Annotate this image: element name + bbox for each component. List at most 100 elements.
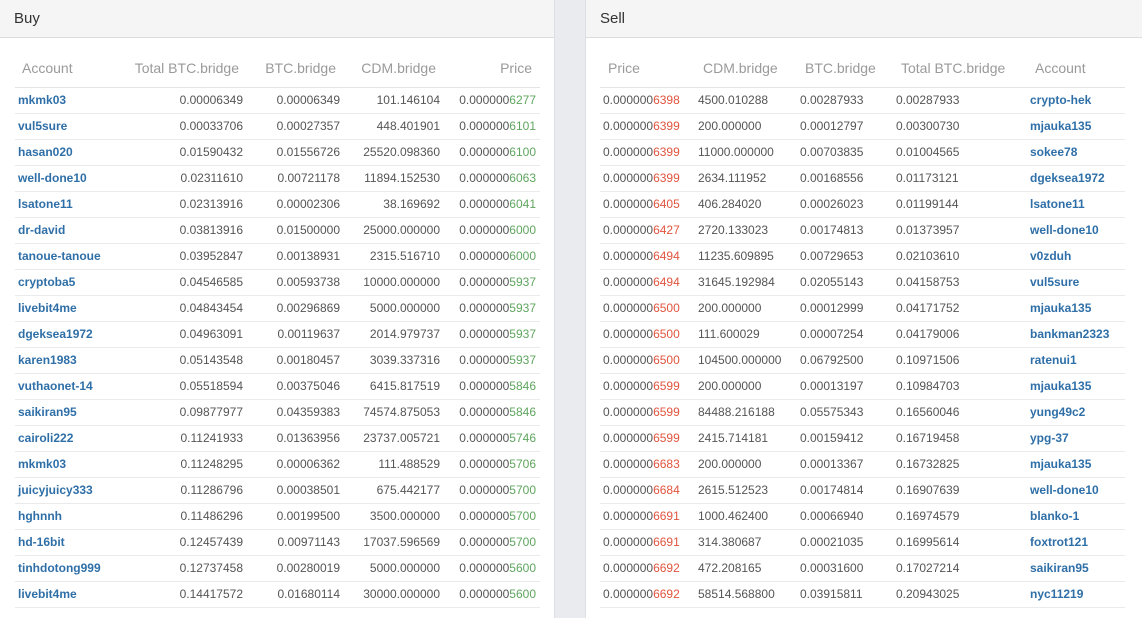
account-link[interactable]: livebit4me bbox=[18, 301, 77, 315]
sell-order-row[interactable]: 0.0000006683 200.000000 0.00013367 0.167328… bbox=[600, 452, 1125, 478]
sell-order-row[interactable]: 0.0000006691 1000.462400 0.00066940 0.16974… bbox=[600, 504, 1125, 530]
account-link[interactable]: mkmk03 bbox=[18, 93, 66, 107]
account-link[interactable]: well-done10 bbox=[1030, 223, 1099, 237]
account-link[interactable]: vul5sure bbox=[1030, 275, 1079, 289]
total-btc-cell: 0.01173121 bbox=[893, 166, 1027, 192]
account-link[interactable]: ratenui1 bbox=[1030, 353, 1077, 367]
price-significant-digits: 6494 bbox=[653, 249, 680, 263]
buy-order-row[interactable]: tanoue-tanoue 0.03952847 0.00138931 2315.51… bbox=[15, 244, 540, 270]
account-link[interactable]: sokee78 bbox=[1030, 145, 1077, 159]
account-link[interactable]: saikiran95 bbox=[18, 405, 77, 419]
account-link[interactable]: juicyjuicy333 bbox=[18, 483, 93, 497]
price-leading-zeros: 0.000000 bbox=[603, 93, 654, 107]
sell-order-row[interactable]: 0.0000006494 31645.192984 0.02055143 0.0415… bbox=[600, 270, 1125, 296]
account-link[interactable]: vuthaonet-14 bbox=[18, 379, 93, 393]
buy-order-row[interactable]: tinhdotong999 0.12737458 0.00280019 5000.00… bbox=[15, 556, 540, 582]
account-link[interactable]: mjauka135 bbox=[1030, 457, 1091, 471]
cdm-amount-cell: 1000.462400 bbox=[695, 504, 797, 530]
buy-order-row[interactable]: mkmk03 0.11248295 0.00006362 111.488529 0.00… bbox=[15, 452, 540, 478]
sell-order-row[interactable]: 0.0000006494 11235.609895 0.00729653 0.0210… bbox=[600, 244, 1125, 270]
buy-order-row[interactable]: dr-david 0.03813916 0.01500000 25000.000000… bbox=[15, 218, 540, 244]
btc-amount-cell: 0.00593738 bbox=[247, 270, 344, 296]
buy-order-row[interactable]: mkmk03 0.00006349 0.00006349 101.146104 0.00… bbox=[15, 88, 540, 114]
price-leading-zeros: 0.000000 bbox=[603, 509, 654, 523]
account-link[interactable]: crypto-hek bbox=[1030, 93, 1091, 107]
account-link[interactable]: mjauka135 bbox=[1030, 301, 1091, 315]
account-link[interactable]: mkmk03 bbox=[18, 457, 66, 471]
buy-order-row[interactable]: lsatone11 0.02313916 0.00002306 38.169692 0.… bbox=[15, 192, 540, 218]
buy-order-row[interactable]: hd-16bit 0.12457439 0.00971143 17037.596569… bbox=[15, 530, 540, 556]
cdm-amount-cell: 200.000000 bbox=[695, 114, 797, 140]
sell-order-row[interactable]: 0.0000006599 84488.216188 0.05575343 0.1656… bbox=[600, 400, 1125, 426]
buy-order-row[interactable]: vuthaonet-14 0.05518594 0.00375046 6415.817… bbox=[15, 374, 540, 400]
price-leading-zeros: 0.000000 bbox=[459, 223, 510, 237]
account-cell: lsatone11 bbox=[1027, 192, 1125, 218]
price-leading-zeros: 0.000000 bbox=[459, 405, 510, 419]
account-link[interactable]: well-done10 bbox=[18, 171, 87, 185]
sell-order-row[interactable]: 0.0000006427 2720.133023 0.00174813 0.01373… bbox=[600, 218, 1125, 244]
buy-order-row[interactable]: hghnnh 0.11486296 0.00199500 3500.000000 0.0… bbox=[15, 504, 540, 530]
account-link[interactable]: lsatone11 bbox=[1030, 197, 1085, 211]
sell-order-row[interactable]: 0.0000006405 406.284020 0.00026023 0.011991… bbox=[600, 192, 1125, 218]
buy-order-row[interactable]: dgeksea1972 0.04963091 0.00119637 2014.9797… bbox=[15, 322, 540, 348]
account-link[interactable]: hd-16bit bbox=[18, 535, 65, 549]
account-link[interactable]: dgeksea1972 bbox=[18, 327, 93, 341]
account-link[interactable]: tinhdotong999 bbox=[18, 561, 101, 575]
account-link[interactable]: tanoue-tanoue bbox=[18, 249, 101, 263]
account-link[interactable]: bankman2323 bbox=[1030, 327, 1109, 341]
account-cell: saikiran95 bbox=[1027, 556, 1125, 582]
buy-order-row[interactable]: cryptoba5 0.04546585 0.00593738 10000.00000… bbox=[15, 270, 540, 296]
btc-amount-cell: 0.00002306 bbox=[247, 192, 344, 218]
price-leading-zeros: 0.000000 bbox=[603, 353, 654, 367]
account-link[interactable]: karen1983 bbox=[18, 353, 77, 367]
account-link[interactable]: foxtrot121 bbox=[1030, 535, 1088, 549]
account-link[interactable]: hasan020 bbox=[18, 145, 73, 159]
account-link[interactable]: mjauka135 bbox=[1030, 379, 1091, 393]
account-link[interactable]: hghnnh bbox=[18, 509, 62, 523]
sell-order-row[interactable]: 0.0000006500 104500.000000 0.06792500 0.109… bbox=[600, 348, 1125, 374]
account-link[interactable]: saikiran95 bbox=[1030, 561, 1089, 575]
sell-order-row[interactable]: 0.0000006692 58514.568800 0.03915811 0.2094… bbox=[600, 582, 1125, 608]
sell-order-row[interactable]: 0.0000006399 2634.111952 0.00168556 0.01173… bbox=[600, 166, 1125, 192]
account-link[interactable]: dgeksea1972 bbox=[1030, 171, 1105, 185]
account-link[interactable]: nyc11219 bbox=[1030, 587, 1083, 601]
sell-order-row[interactable]: 0.0000006691 314.380687 0.00021035 0.169956… bbox=[600, 530, 1125, 556]
buy-order-row[interactable]: hasan020 0.01590432 0.01556726 25520.098360… bbox=[15, 140, 540, 166]
sell-order-row[interactable]: 0.0000006684 2615.512523 0.00174814 0.16907… bbox=[600, 478, 1125, 504]
sell-order-row[interactable]: 0.0000006599 2415.714181 0.00159412 0.16719… bbox=[600, 426, 1125, 452]
sell-order-row[interactable]: 0.0000006500 200.000000 0.00012999 0.041717… bbox=[600, 296, 1125, 322]
account-cell: well-done10 bbox=[1027, 478, 1125, 504]
account-link[interactable]: v0zduh bbox=[1030, 249, 1071, 263]
buy-order-row[interactable]: juicyjuicy333 0.11286796 0.00038501 675.442… bbox=[15, 478, 540, 504]
total-btc-cell: 0.04171752 bbox=[893, 296, 1027, 322]
sell-order-row[interactable]: 0.0000006399 11000.000000 0.00703835 0.0100… bbox=[600, 140, 1125, 166]
buy-order-row[interactable]: cairoli222 0.11241933 0.01363956 23737.0057… bbox=[15, 426, 540, 452]
account-link[interactable]: ypg-37 bbox=[1030, 431, 1069, 445]
price-significant-digits: 6494 bbox=[653, 275, 680, 289]
account-link[interactable]: cryptoba5 bbox=[18, 275, 75, 289]
account-link[interactable]: cairoli222 bbox=[18, 431, 73, 445]
sell-order-row[interactable]: 0.0000006398 4500.010288 0.00287933 0.00287… bbox=[600, 88, 1125, 114]
total-btc-cell: 0.05143548 bbox=[125, 348, 247, 374]
price-cell: 0.0000006691 bbox=[600, 504, 695, 530]
account-link[interactable]: yung49c2 bbox=[1030, 405, 1085, 419]
account-link[interactable]: livebit4me bbox=[18, 587, 77, 601]
buy-order-row[interactable]: karen1983 0.05143548 0.00180457 3039.337316… bbox=[15, 348, 540, 374]
buy-order-row[interactable]: saikiran95 0.09877977 0.04359383 74574.8750… bbox=[15, 400, 540, 426]
buy-order-row[interactable]: well-done10 0.02311610 0.00721178 11894.152… bbox=[15, 166, 540, 192]
account-link[interactable]: well-done10 bbox=[1030, 483, 1099, 497]
buy-order-row[interactable]: livebit4me 0.14417572 0.01680114 30000.0000… bbox=[15, 582, 540, 608]
account-link[interactable]: lsatone11 bbox=[18, 197, 73, 211]
sell-order-row[interactable]: 0.0000006692 472.208165 0.00031600 0.170272… bbox=[600, 556, 1125, 582]
buy-order-row[interactable]: vul5sure 0.00033706 0.00027357 448.401901 0.… bbox=[15, 114, 540, 140]
account-link[interactable]: dr-david bbox=[18, 223, 65, 237]
cdm-amount-cell: 10000.000000 bbox=[344, 270, 444, 296]
sell-order-row[interactable]: 0.0000006399 200.000000 0.00012797 0.003007… bbox=[600, 114, 1125, 140]
account-link[interactable]: vul5sure bbox=[18, 119, 67, 133]
buy-order-row[interactable]: livebit4me 0.04843454 0.00296869 5000.00000… bbox=[15, 296, 540, 322]
account-link[interactable]: mjauka135 bbox=[1030, 119, 1091, 133]
account-cell: tanoue-tanoue bbox=[15, 244, 125, 270]
sell-order-row[interactable]: 0.0000006500 111.600029 0.00007254 0.041790… bbox=[600, 322, 1125, 348]
account-link[interactable]: blanko-1 bbox=[1030, 509, 1079, 523]
sell-order-row[interactable]: 0.0000006599 200.000000 0.00013197 0.109847… bbox=[600, 374, 1125, 400]
